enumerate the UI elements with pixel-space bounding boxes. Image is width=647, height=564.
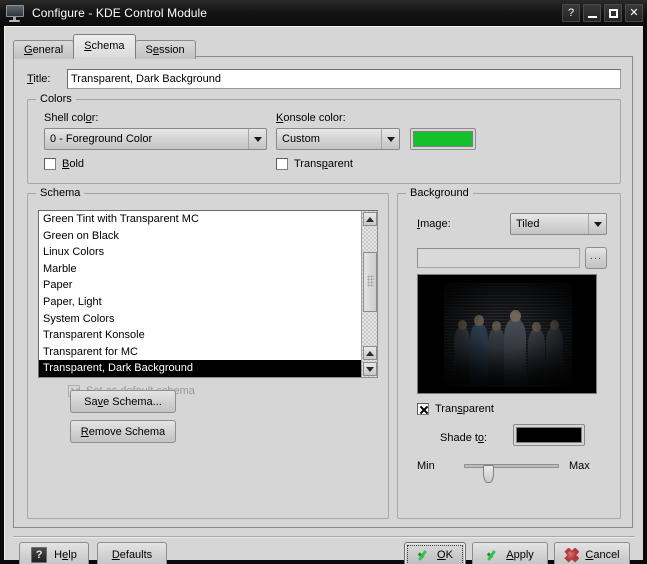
list-item[interactable]: Linux Colors [39, 244, 362, 261]
checkbox-box [276, 158, 288, 170]
background-group: Background Image: Tiled ... Transparent … [397, 187, 621, 519]
transparent-color-label: Transparent [294, 158, 353, 170]
chevron-down-icon[interactable] [381, 129, 399, 149]
colors-group: Colors Shell color: 0 - Foreground Color… [27, 93, 621, 184]
list-item[interactable]: System Colors [39, 311, 362, 328]
defaults-label: Defaults [111, 549, 153, 561]
window-body: General Schema Session Title: Colors She… [4, 26, 644, 564]
tab-schema[interactable]: Schema [73, 34, 136, 57]
swatch-fill [413, 131, 473, 147]
list-item[interactable]: Transparent Konsole [39, 327, 362, 344]
browse-button[interactable]: ... [585, 247, 607, 269]
schema-group: Schema Green Tint with Transparent MC Gre… [27, 187, 389, 519]
window-titlebar[interactable]: Configure - KDE Control Module ? ✕ [0, 0, 647, 27]
bottom-separator [13, 536, 635, 538]
minimize-icon[interactable] [583, 4, 601, 22]
image-path-field[interactable] [417, 248, 580, 268]
display-monitor-icon [5, 4, 25, 22]
list-item[interactable]: Green on Black [39, 228, 362, 245]
close-icon[interactable]: ✕ [625, 4, 643, 22]
titlebar-buttons: ? ✕ [562, 4, 643, 22]
background-transparent-label: Transparent [435, 403, 494, 415]
shell-color-value: 0 - Foreground Color [50, 133, 153, 145]
schema-title-input[interactable] [67, 69, 621, 89]
scroll-up-alt-icon[interactable] [363, 346, 377, 360]
list-item[interactable]: Transparent for MC [39, 344, 362, 361]
checkmark-icon [417, 548, 431, 562]
save-schema-button[interactable]: Save Schema... [70, 390, 176, 413]
list-item[interactable]: Paper [39, 277, 362, 294]
help-button[interactable]: ? Help [19, 542, 89, 564]
shade-to-swatch[interactable] [513, 424, 585, 446]
remove-schema-label: Remove Schema [80, 425, 166, 438]
konsole-color-combo[interactable]: Custom [276, 128, 400, 150]
title-label: Title: [27, 73, 51, 85]
list-item[interactable]: Green Tint with Transparent MC [39, 211, 362, 228]
konsole-color-label: Konsole color: [276, 112, 346, 124]
swatch-fill [516, 427, 582, 443]
background-group-legend: Background [406, 187, 473, 199]
scrollbar-thumb[interactable] [363, 252, 377, 312]
cancel-x-icon [564, 547, 580, 563]
checkbox-box [417, 403, 429, 415]
tab-session[interactable]: Session [134, 40, 196, 59]
chevron-down-icon[interactable] [588, 214, 606, 234]
image-mode-value: Tiled [516, 218, 540, 230]
cancel-button[interactable]: Cancel [554, 542, 630, 564]
shade-to-label: Shade to: [440, 432, 488, 444]
background-transparent-checkbox[interactable]: Transparent [417, 403, 494, 415]
checkmark-icon [486, 548, 500, 562]
apply-label: Apply [506, 549, 534, 561]
list-item[interactable]: Transparent, Dark Background [39, 360, 362, 377]
ok-button[interactable]: OK [404, 542, 466, 564]
window-title: Configure - KDE Control Module [32, 6, 208, 20]
scroll-down-icon[interactable] [363, 362, 377, 376]
maximize-icon[interactable] [604, 4, 622, 22]
title-row: Title: [27, 69, 621, 89]
slider-min-label: Min [417, 460, 435, 472]
schema-group-legend: Schema [36, 187, 85, 199]
tab-general[interactable]: General [13, 40, 75, 59]
shade-slider-row: Min Max [417, 457, 603, 483]
schema-tab-page: Title: Colors Shell color: 0 - Foregroun… [13, 56, 633, 528]
schema-list-items: Green Tint with Transparent MC Green on B… [39, 211, 362, 377]
preview-vignette [418, 275, 596, 393]
schema-listbox[interactable]: Green Tint with Transparent MC Green on B… [38, 210, 378, 378]
konsole-color-value: Custom [282, 133, 320, 145]
cancel-label: Cancel [585, 549, 620, 561]
configure-window: Configure - KDE Control Module ? ✕ Gener… [0, 0, 647, 564]
tab-bar: General Schema Session [13, 34, 196, 59]
transparent-color-checkbox[interactable]: Transparent [276, 158, 353, 170]
question-mark-icon: ? [31, 547, 48, 563]
help-icon[interactable]: ? [562, 4, 580, 22]
shell-color-combo[interactable]: 0 - Foreground Color [44, 128, 267, 150]
background-image-preview [417, 274, 597, 394]
help-label: Help [54, 549, 77, 561]
shell-color-label: Shell color: [44, 112, 99, 124]
list-item[interactable]: Marble [39, 261, 362, 278]
chevron-down-icon[interactable] [248, 129, 266, 149]
image-mode-combo[interactable]: Tiled [510, 213, 607, 235]
save-schema-label: Save Schema... [84, 395, 162, 408]
slider-max-label: Max [569, 460, 590, 472]
bold-checkbox[interactable]: Bold [44, 158, 84, 170]
remove-schema-button[interactable]: Remove Schema [70, 420, 176, 443]
colors-group-legend: Colors [36, 93, 76, 105]
list-item[interactable]: Paper, Light [39, 294, 362, 311]
checkbox-box [44, 158, 56, 170]
schema-scrollbar[interactable] [361, 211, 377, 377]
defaults-button[interactable]: Defaults [97, 542, 167, 564]
konsole-color-swatch[interactable] [410, 128, 476, 150]
slider-thumb[interactable] [483, 465, 494, 483]
shade-slider[interactable] [464, 464, 559, 483]
scroll-up-icon[interactable] [363, 212, 377, 226]
dialog-button-bar: ? Help Defaults OK Apply Cancel [5, 540, 644, 564]
bold-label: Bold [62, 158, 85, 170]
image-label: Image: [417, 218, 451, 230]
apply-button[interactable]: Apply [472, 542, 548, 564]
